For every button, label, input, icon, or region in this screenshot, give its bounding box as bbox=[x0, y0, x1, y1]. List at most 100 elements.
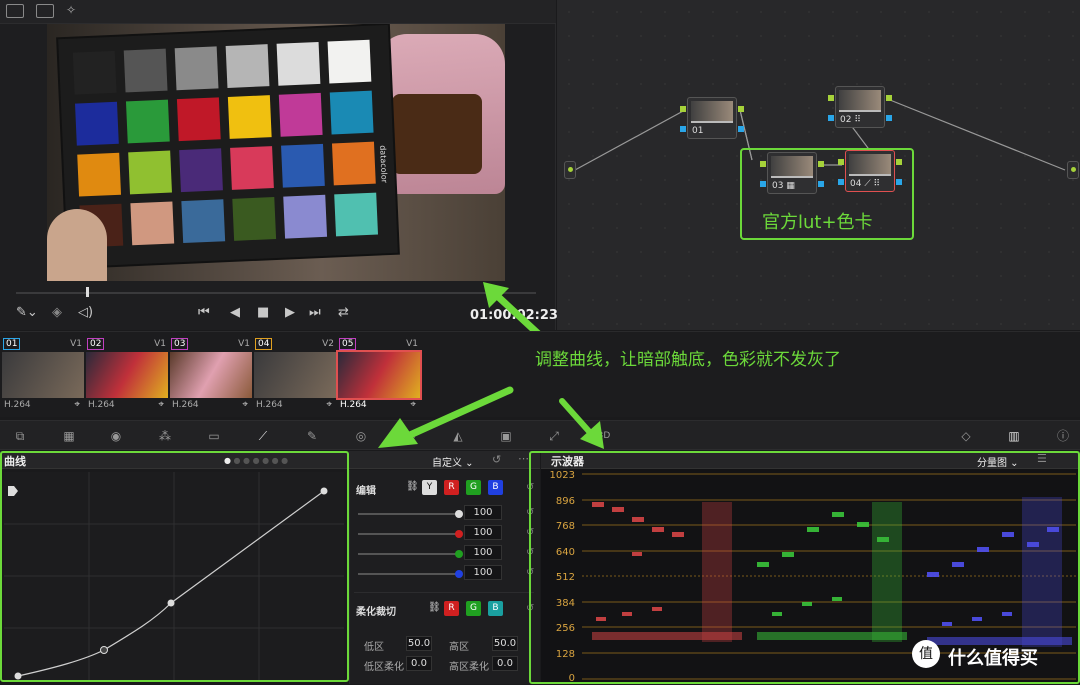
reset-icon[interactable]: ↺ bbox=[492, 453, 501, 466]
grid-view-icon[interactable] bbox=[36, 4, 54, 18]
swatch bbox=[125, 99, 170, 144]
slider-knob[interactable] bbox=[455, 570, 463, 578]
sizing-icon[interactable]: ⤢ bbox=[546, 428, 562, 444]
swatch bbox=[176, 97, 221, 142]
intensity-slider-y[interactable] bbox=[358, 510, 463, 518]
low-soft-value[interactable]: 0.0 bbox=[406, 656, 432, 671]
magic-wand-icon[interactable]: ✧ bbox=[66, 4, 84, 18]
keyframe-icon[interactable]: ◇ bbox=[958, 428, 974, 444]
scope-toggle-icon[interactable]: ▥ bbox=[1006, 428, 1022, 444]
node-key-pin[interactable] bbox=[828, 115, 834, 121]
clip-codec: H.264 bbox=[4, 400, 31, 410]
annotation-box-lut: 官方lut+色卡 bbox=[740, 148, 914, 240]
camera-raw-icon[interactable]: ⧉ bbox=[12, 428, 28, 444]
node-input-pin[interactable] bbox=[680, 106, 686, 112]
curves-edit-panel: 编辑 ⛓ Y R G B ↺ 100 ↺ 100 ↺ 100 ↺ 100 ↺ 柔… bbox=[349, 470, 540, 684]
node-key-out-pin[interactable] bbox=[738, 126, 744, 132]
channel-b-button[interactable]: B bbox=[488, 480, 503, 495]
color-swatches bbox=[72, 39, 379, 248]
annotation-curve-text: 调整曲线，让暗部触底，色彩就不发灰了 bbox=[535, 350, 841, 370]
curves-tool-icon[interactable]: ⟋ bbox=[255, 428, 271, 444]
node-output-pin[interactable] bbox=[886, 95, 892, 101]
swatch bbox=[329, 90, 374, 135]
skip-end-icon[interactable]: ⏭ bbox=[309, 305, 321, 320]
color-wheels-icon[interactable]: ◉ bbox=[108, 428, 124, 444]
clip-codec: H.264 bbox=[88, 400, 115, 410]
curves-mode-select[interactable]: 自定义 ⌄ bbox=[432, 454, 474, 469]
scrub-bar[interactable] bbox=[16, 292, 536, 294]
clip-thumbnail bbox=[170, 352, 252, 398]
node-input-port[interactable] bbox=[564, 161, 576, 179]
stop-icon[interactable]: ■ bbox=[257, 305, 269, 320]
more-icon[interactable]: ⋯ bbox=[518, 452, 529, 465]
blur-icon[interactable]: ◭ bbox=[450, 428, 466, 444]
qualifier-icon[interactable]: ✎ bbox=[304, 428, 320, 444]
node-key-out-pin[interactable] bbox=[886, 115, 892, 121]
soft-g-button[interactable]: G bbox=[466, 601, 481, 616]
3d-icon[interactable]: 3D bbox=[596, 428, 612, 444]
node-key-pin[interactable] bbox=[680, 126, 686, 132]
info-icon[interactable]: ⓘ bbox=[1055, 428, 1071, 444]
intensity-value-r[interactable]: 100 bbox=[464, 525, 502, 540]
layers-icon[interactable]: ◈ bbox=[52, 305, 62, 320]
target-icon: ⌖ bbox=[410, 399, 416, 410]
channel-g-button[interactable]: G bbox=[466, 480, 481, 495]
node-input-pin[interactable] bbox=[828, 95, 834, 101]
picker-icon[interactable]: ✎⌄ bbox=[16, 305, 38, 320]
swatch bbox=[75, 101, 119, 146]
clip-05[interactable]: 05 V1 H.264 ⌖ bbox=[336, 336, 422, 414]
slider-knob[interactable] bbox=[455, 510, 463, 518]
intensity-slider-r[interactable] bbox=[358, 530, 463, 538]
node-02[interactable]: 02 ⠿ bbox=[828, 86, 892, 128]
intensity-slider-b[interactable] bbox=[358, 570, 463, 578]
step-back-icon[interactable]: ◀ bbox=[230, 305, 240, 320]
playhead[interactable] bbox=[86, 287, 89, 297]
slider-knob[interactable] bbox=[455, 550, 463, 558]
channel-r-button[interactable]: R bbox=[444, 480, 459, 495]
link-icon[interactable]: ⛓ bbox=[428, 602, 441, 613]
soft-r-button[interactable]: R bbox=[444, 601, 459, 616]
clip-03[interactable]: 03 V1 H.264 ⌖ bbox=[170, 336, 252, 414]
window-icon[interactable]: ◎ bbox=[353, 428, 369, 444]
high-soft-value[interactable]: 0.0 bbox=[492, 656, 518, 671]
slider-knob[interactable] bbox=[455, 530, 463, 538]
swatch bbox=[128, 150, 172, 195]
clip-04[interactable]: 04 V2 H.264 ⌖ bbox=[254, 336, 336, 414]
clip-02[interactable]: 02 V1 H.264 ⌖ bbox=[86, 336, 168, 414]
loop-icon[interactable]: ⇄ bbox=[338, 305, 349, 320]
node-output-port[interactable] bbox=[1067, 161, 1079, 179]
tracker-icon[interactable]: ◌ bbox=[402, 428, 418, 444]
swatch bbox=[77, 152, 122, 197]
node-01[interactable]: 01 bbox=[680, 97, 744, 139]
channel-y-button[interactable]: Y bbox=[422, 480, 437, 495]
color-match-icon[interactable]: ▦ bbox=[61, 428, 77, 444]
swatch bbox=[179, 148, 223, 193]
rgb-mixer-icon[interactable]: ⁂ bbox=[157, 428, 173, 444]
swatch bbox=[130, 201, 175, 246]
edit-label: 编辑 bbox=[356, 486, 376, 497]
node-label: 01 bbox=[692, 126, 704, 136]
annotation-box-curves bbox=[0, 451, 349, 682]
clip-number: 03 bbox=[171, 338, 189, 350]
low-value[interactable]: 50.0 bbox=[406, 636, 432, 651]
intensity-slider-g[interactable] bbox=[358, 550, 463, 558]
key-icon[interactable]: ▣ bbox=[498, 428, 514, 444]
high-value[interactable]: 50.0 bbox=[492, 636, 518, 651]
volume-icon[interactable]: ◁) bbox=[78, 305, 93, 320]
clip-codec: H.264 bbox=[172, 400, 199, 410]
single-viewer-icon[interactable] bbox=[6, 4, 24, 18]
skip-start-icon[interactable]: ⏮ bbox=[198, 305, 210, 320]
node-output-pin[interactable] bbox=[738, 106, 744, 112]
play-icon[interactable]: ▶ bbox=[285, 305, 295, 320]
clip-track: V1 bbox=[70, 339, 82, 349]
soft-b-button[interactable]: B bbox=[488, 601, 503, 616]
swatch bbox=[174, 46, 219, 91]
node-label: 02 ⠿ bbox=[840, 115, 861, 125]
motion-effects-icon[interactable]: ▭ bbox=[206, 428, 222, 444]
intensity-value-b[interactable]: 100 bbox=[464, 565, 502, 580]
clip-01[interactable]: 01 V1 H.264 ⌖ bbox=[2, 336, 84, 414]
high-soft-label: 高区柔化 bbox=[449, 662, 489, 673]
link-icon[interactable]: ⛓ bbox=[406, 481, 419, 492]
intensity-value-g[interactable]: 100 bbox=[464, 545, 502, 560]
intensity-value-y[interactable]: 100 bbox=[464, 505, 502, 520]
